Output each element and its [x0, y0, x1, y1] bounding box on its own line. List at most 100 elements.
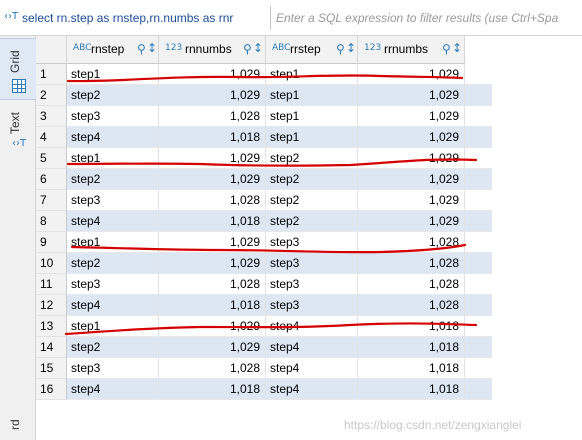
tab-text[interactable]: Text ‹›T: [0, 102, 36, 156]
cell-rrstep[interactable]: step3: [266, 253, 358, 274]
cell-rrnumbs[interactable]: 1,029: [358, 169, 465, 190]
table-row[interactable]: step2 1,029 step4 1,018: [67, 337, 492, 358]
cell-rrnumbs[interactable]: 1,029: [358, 106, 465, 127]
table-row[interactable]: step2 1,029 step1 1,029: [67, 85, 492, 106]
row-number[interactable]: 5: [36, 148, 67, 169]
column-header-rnnumbs[interactable]: 123 rnnumbs ⚲ ↕: [159, 36, 266, 64]
table-row[interactable]: step2 1,029 step2 1,029: [67, 169, 492, 190]
cell-rnstep[interactable]: step4: [67, 127, 159, 148]
cell-rnnumbs[interactable]: 1,029: [159, 316, 266, 337]
cell-rnstep[interactable]: step3: [67, 190, 159, 211]
cell-rnstep[interactable]: step4: [67, 379, 159, 400]
cell-rrnumbs[interactable]: 1,028: [358, 232, 465, 253]
row-number[interactable]: 13: [36, 316, 67, 337]
cell-rnnumbs[interactable]: 1,029: [159, 253, 266, 274]
table-row[interactable]: step3 1,028 step3 1,028: [67, 274, 492, 295]
cell-rrstep[interactable]: step4: [266, 337, 358, 358]
cell-rrnumbs[interactable]: 1,029: [358, 127, 465, 148]
cell-rnstep[interactable]: step3: [67, 274, 159, 295]
cell-rrstep[interactable]: step3: [266, 232, 358, 253]
filter-input[interactable]: Enter a SQL expression to filter results…: [276, 11, 582, 25]
cell-rrnumbs[interactable]: 1,028: [358, 253, 465, 274]
cell-rnstep[interactable]: step3: [67, 106, 159, 127]
cell-rrnumbs[interactable]: 1,029: [358, 148, 465, 169]
cell-rnstep[interactable]: step1: [67, 316, 159, 337]
row-number[interactable]: 8: [36, 211, 67, 232]
filter-icon[interactable]: ⚲: [137, 42, 146, 56]
cell-rrnumbs[interactable]: 1,029: [358, 211, 465, 232]
filter-icon[interactable]: ⚲: [243, 42, 252, 56]
column-header-rnstep[interactable]: ABC rnstep ⚲ ↕: [67, 36, 159, 64]
row-number[interactable]: 6: [36, 169, 67, 190]
table-row[interactable]: step3 1,028 step1 1,029: [67, 106, 492, 127]
cell-rrstep[interactable]: step1: [266, 106, 358, 127]
table-row[interactable]: step1 1,029 step2 1,029: [67, 148, 492, 169]
cell-rnnumbs[interactable]: 1,028: [159, 358, 266, 379]
cell-rnnumbs[interactable]: 1,029: [159, 337, 266, 358]
cell-rnnumbs[interactable]: 1,029: [159, 169, 266, 190]
row-number[interactable]: 16: [36, 379, 67, 400]
cell-rrstep[interactable]: step3: [266, 274, 358, 295]
cell-rrstep[interactable]: step4: [266, 316, 358, 337]
cell-rrnumbs[interactable]: 1,018: [358, 316, 465, 337]
row-number[interactable]: 1: [36, 64, 67, 85]
cell-rnnumbs[interactable]: 1,029: [159, 64, 266, 85]
row-number[interactable]: 14: [36, 337, 67, 358]
table-row[interactable]: step1 1,029 step4 1,018: [67, 316, 492, 337]
table-row[interactable]: step4 1,018 step2 1,029: [67, 211, 492, 232]
column-header-rrstep[interactable]: ABC rrstep ⚲ ↕: [266, 36, 358, 64]
cell-rrnumbs[interactable]: 1,029: [358, 64, 465, 85]
cell-rrnumbs[interactable]: 1,029: [358, 85, 465, 106]
cell-rrstep[interactable]: step1: [266, 127, 358, 148]
row-number-header[interactable]: [36, 36, 67, 64]
cell-rrnumbs[interactable]: 1,028: [358, 295, 465, 316]
cell-rnstep[interactable]: step2: [67, 253, 159, 274]
cell-rrstep[interactable]: step4: [266, 379, 358, 400]
row-number[interactable]: 11: [36, 274, 67, 295]
table-row[interactable]: step1 1,029 step3 1,028: [67, 232, 492, 253]
cell-rrstep[interactable]: step2: [266, 211, 358, 232]
row-number[interactable]: 10: [36, 253, 67, 274]
cell-rrnumbs[interactable]: 1,029: [358, 190, 465, 211]
sort-icon[interactable]: ↕: [452, 41, 462, 55]
cell-rrstep[interactable]: step2: [266, 169, 358, 190]
cell-rnnumbs[interactable]: 1,028: [159, 274, 266, 295]
cell-rrnumbs[interactable]: 1,028: [358, 274, 465, 295]
table-row[interactable]: step2 1,029 step3 1,028: [67, 253, 492, 274]
cell-rnstep[interactable]: step1: [67, 232, 159, 253]
cell-rrnumbs[interactable]: 1,018: [358, 337, 465, 358]
cell-rnstep[interactable]: step2: [67, 337, 159, 358]
cell-rnstep[interactable]: step1: [67, 64, 159, 85]
filter-icon[interactable]: ⚲: [442, 42, 451, 56]
filter-icon[interactable]: ⚲: [336, 42, 345, 56]
cell-rrnumbs[interactable]: 1,018: [358, 358, 465, 379]
cell-rnnumbs[interactable]: 1,018: [159, 379, 266, 400]
sort-icon[interactable]: ↕: [147, 41, 157, 55]
cell-rnstep[interactable]: step2: [67, 85, 159, 106]
cell-rnnumbs[interactable]: 1,018: [159, 127, 266, 148]
cell-rrstep[interactable]: step4: [266, 358, 358, 379]
tab-grid[interactable]: Grid: [0, 38, 36, 100]
table-row[interactable]: step3 1,028 step2 1,029: [67, 190, 492, 211]
cell-rnnumbs[interactable]: 1,018: [159, 295, 266, 316]
sql-icon[interactable]: ‹›T: [4, 11, 18, 22]
cell-rnnumbs[interactable]: 1,029: [159, 85, 266, 106]
sort-icon[interactable]: ↕: [253, 41, 263, 55]
cell-rnstep[interactable]: step3: [67, 358, 159, 379]
table-row[interactable]: step4 1,018 step3 1,028: [67, 295, 492, 316]
cell-rrnumbs[interactable]: 1,018: [358, 379, 465, 400]
table-row[interactable]: step3 1,028 step4 1,018: [67, 358, 492, 379]
row-number[interactable]: 2: [36, 85, 67, 106]
cell-rrstep[interactable]: step1: [266, 64, 358, 85]
column-header-rrnumbs[interactable]: 123 rrnumbs ⚲ ↕: [358, 36, 465, 64]
cell-rrstep[interactable]: step3: [266, 295, 358, 316]
row-number[interactable]: 12: [36, 295, 67, 316]
cell-rnnumbs[interactable]: 1,028: [159, 190, 266, 211]
cell-rnstep[interactable]: step4: [67, 295, 159, 316]
cell-rnnumbs[interactable]: 1,029: [159, 148, 266, 169]
cell-rrstep[interactable]: step2: [266, 148, 358, 169]
row-number[interactable]: 3: [36, 106, 67, 127]
tab-record-label[interactable]: rd: [8, 419, 22, 430]
row-number[interactable]: 9: [36, 232, 67, 253]
cell-rrstep[interactable]: step1: [266, 85, 358, 106]
